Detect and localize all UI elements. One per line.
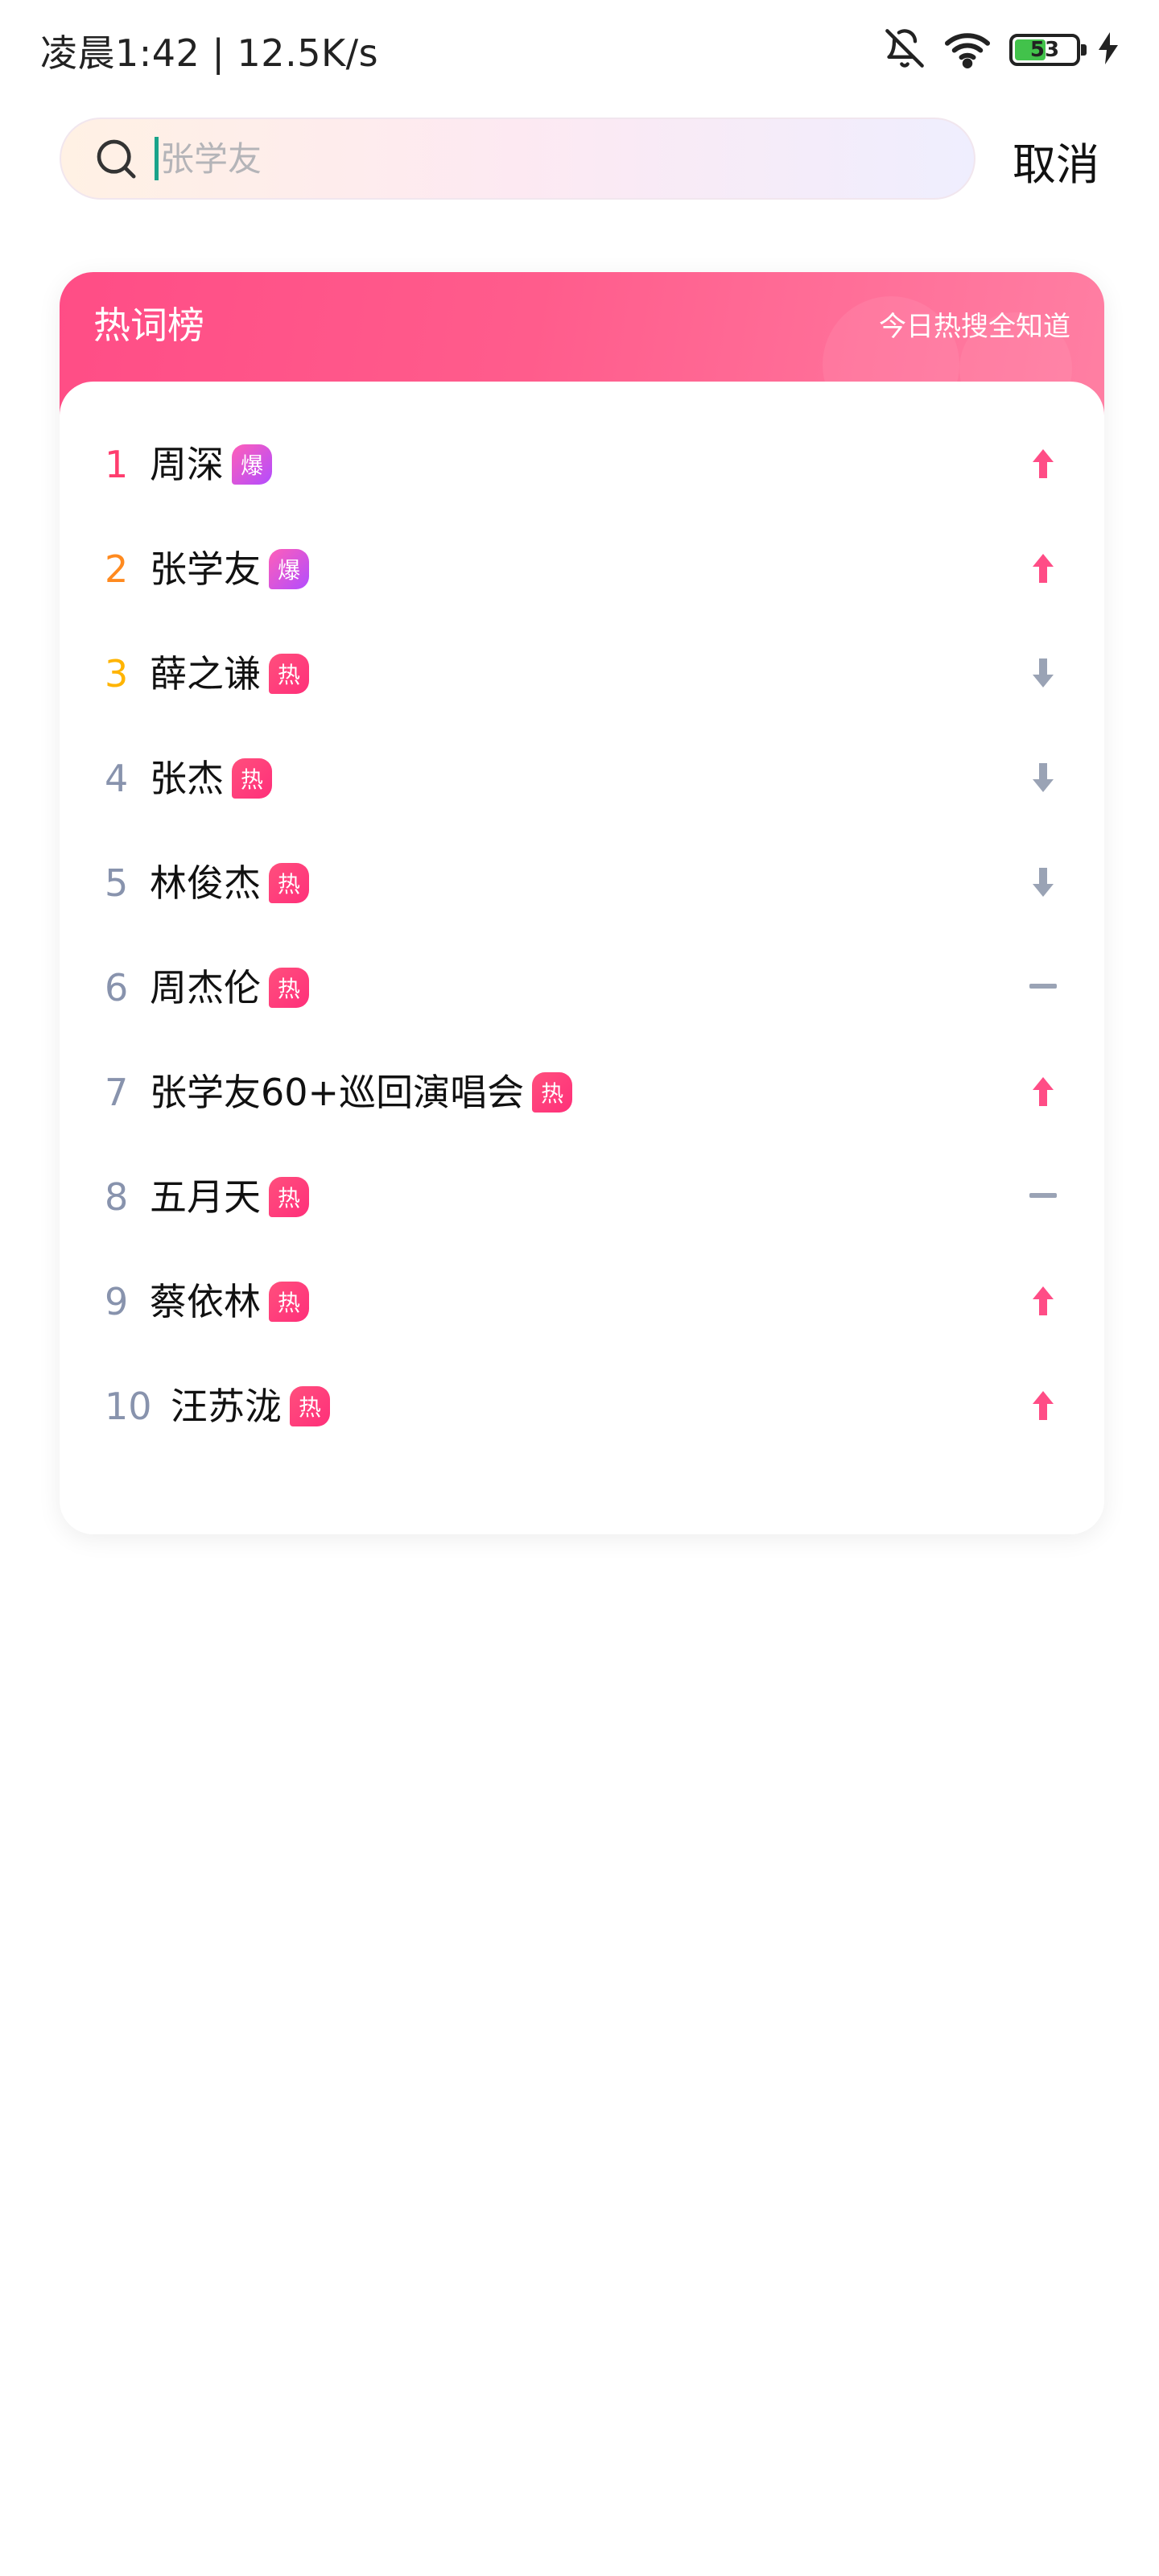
hot-words-subtitle[interactable]: 今日热搜全知道	[879, 304, 1070, 344]
hot-words-title: 热词榜	[93, 303, 204, 347]
hot-word-item[interactable]: 3 薛之谦 热	[60, 621, 1104, 726]
search-input[interactable]	[160, 138, 885, 179]
hot-words-body: 1 周深 爆 2 张学友 爆 3 薛之谦 热 4 张杰 热 5 林俊杰 热 6 …	[60, 382, 1104, 1534]
status-time: 凌晨1:42 | 12.5K/s	[40, 31, 379, 75]
trend-up-icon	[1027, 1386, 1059, 1425]
hot-word-item[interactable]: 6 周杰伦 热	[60, 935, 1104, 1040]
hot-word-item[interactable]: 4 张杰 热	[60, 726, 1104, 831]
hot-badge: 热	[532, 1072, 573, 1113]
status-bar: 凌晨1:42 | 12.5K/s 53	[0, 0, 1159, 100]
search-icon	[93, 136, 138, 181]
trend-down-icon	[1027, 758, 1059, 797]
search-bar: 取消	[0, 113, 1159, 204]
hot-word-item[interactable]: 2 张学友 爆	[60, 517, 1104, 621]
hot-word-item[interactable]: 1 周深 爆	[60, 412, 1104, 517]
trend-up-icon	[1027, 549, 1059, 588]
hot-badge: 热	[269, 654, 309, 694]
hot-badge: 热	[290, 1386, 330, 1426]
trend-up-icon	[1027, 1072, 1059, 1111]
hot-word-text: 张学友	[150, 547, 261, 591]
trend-down-icon	[1027, 863, 1059, 902]
hot-word-text: 张杰	[150, 757, 224, 800]
hot-word-text: 汪苏泷	[171, 1385, 282, 1428]
text-caret	[155, 137, 159, 180]
search-box[interactable]	[60, 118, 975, 200]
trend-up-icon	[1027, 1282, 1059, 1320]
trend-flat-icon	[1027, 1177, 1059, 1216]
hot-word-item[interactable]: 10 汪苏泷 热	[60, 1354, 1104, 1459]
hot-word-item[interactable]: 7 张学友60+巡回演唱会 热	[60, 1040, 1104, 1145]
explosive-badge: 爆	[269, 549, 309, 589]
hot-badge: 热	[232, 758, 272, 799]
battery-icon: 53	[1009, 34, 1087, 66]
trend-up-icon	[1027, 444, 1059, 483]
explosive-badge: 爆	[232, 444, 272, 485]
hot-badge: 热	[269, 1282, 309, 1322]
trend-down-icon	[1027, 654, 1059, 692]
status-icons: 53	[884, 27, 1119, 72]
hot-word-text: 张学友60+巡回演唱会	[150, 1071, 525, 1114]
hot-word-item[interactable]: 5 林俊杰 热	[60, 831, 1104, 935]
hot-badge: 热	[269, 863, 309, 903]
hot-word-text: 薛之谦	[150, 652, 261, 696]
hot-word-text: 周深	[150, 443, 224, 486]
rank-number: 10	[105, 1385, 152, 1428]
hot-badge: 热	[269, 968, 309, 1008]
hot-words-card: 热词榜 今日热搜全知道 1 周深 爆 2 张学友 爆 3 薛之谦 热 4 张杰 …	[60, 272, 1104, 1534]
trend-flat-icon	[1027, 968, 1059, 1006]
hot-words-list: 1 周深 爆 2 张学友 爆 3 薛之谦 热 4 张杰 热 5 林俊杰 热 6 …	[60, 412, 1104, 1459]
bell-off-icon	[884, 27, 926, 72]
wifi-icon	[943, 27, 992, 72]
charging-bolt-icon	[1098, 32, 1119, 68]
cancel-button[interactable]: 取消	[1013, 129, 1099, 190]
hot-word-text: 五月天	[150, 1175, 261, 1219]
hot-word-item[interactable]: 8 五月天 热	[60, 1145, 1104, 1249]
hot-badge: 热	[269, 1177, 309, 1217]
hot-word-item[interactable]: 9 蔡依林 热	[60, 1249, 1104, 1354]
hot-word-text: 蔡依林	[150, 1280, 261, 1323]
hot-word-text: 林俊杰	[150, 861, 261, 905]
battery-level: 53	[1029, 38, 1060, 62]
hot-word-text: 周杰伦	[150, 966, 261, 1009]
